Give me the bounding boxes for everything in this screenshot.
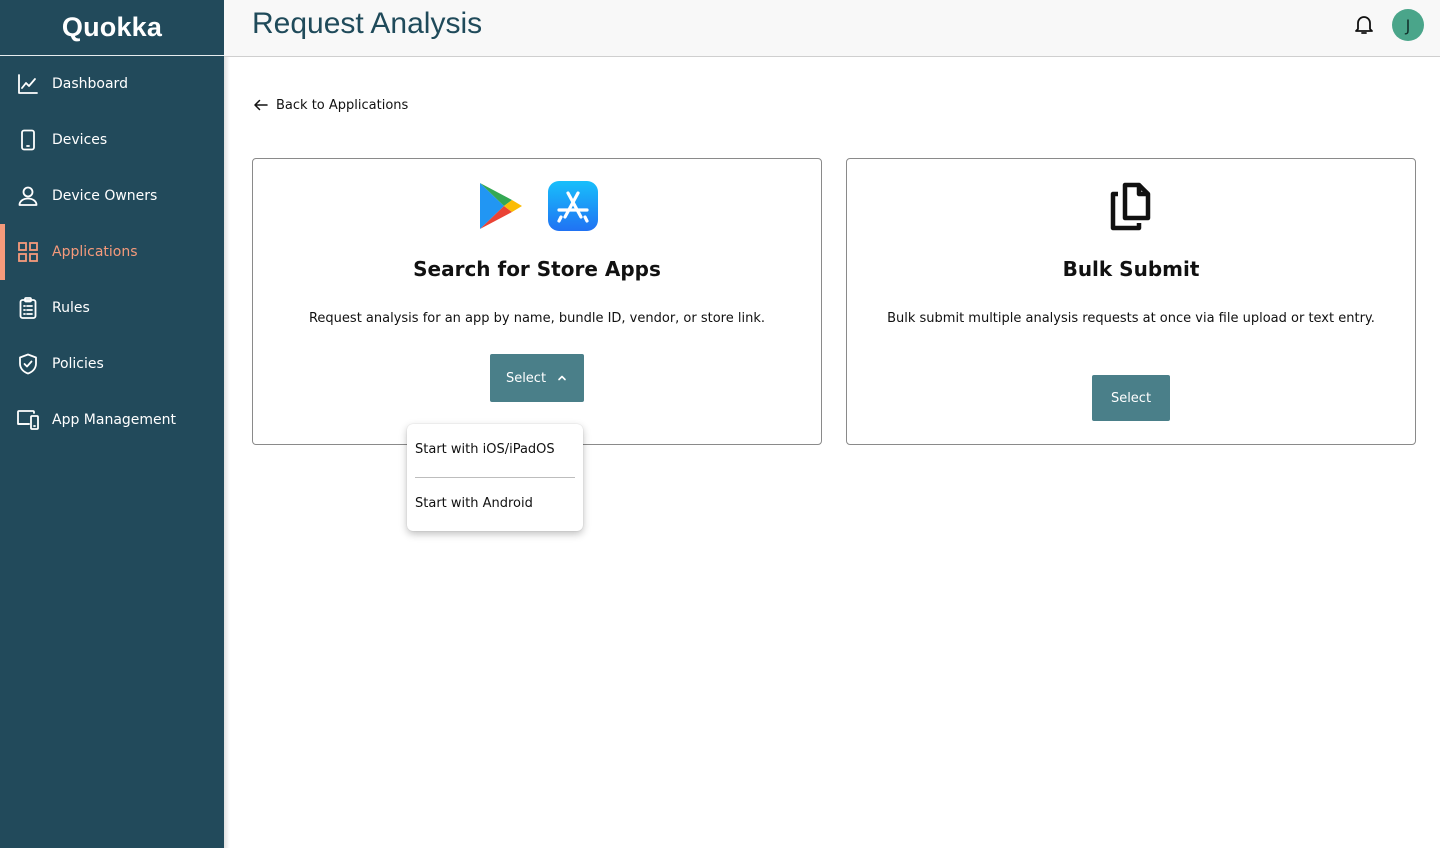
bell-icon[interactable] (1352, 12, 1376, 36)
user-icon (16, 184, 40, 208)
brand-logo[interactable]: Quokka (0, 0, 224, 56)
sidebar-item-label: Applications (52, 244, 138, 260)
store-icons (253, 181, 821, 235)
menu-item-android[interactable]: Start with Android (415, 496, 575, 511)
platform-dropdown-menu: Start with iOS/iPadOS Start with Android (407, 424, 583, 531)
bulk-icons (847, 181, 1415, 235)
card-description: Request analysis for an app by name, bun… (308, 311, 765, 326)
avatar[interactable]: J (1392, 9, 1424, 41)
sidebar-item-policies[interactable]: Policies (0, 336, 224, 392)
sidebar-item-dashboard[interactable]: Dashboard (0, 56, 224, 112)
sidebar-item-label: Dashboard (52, 76, 128, 92)
menu-divider (415, 477, 575, 478)
clipboard-list-icon (16, 296, 40, 320)
card-description: Bulk submit multiple analysis requests a… (887, 311, 1375, 326)
sidebar-item-devices[interactable]: Devices (0, 112, 224, 168)
page-title: Request Analysis (252, 7, 483, 40)
chevron-up-icon (558, 375, 566, 381)
copy-document-icon (1106, 181, 1156, 235)
arrow-left-icon (254, 99, 268, 111)
shield-check-icon (16, 352, 40, 376)
top-header: Request Analysis J (224, 0, 1440, 57)
brand-name: Quokka (61, 12, 163, 42)
store-select-button[interactable]: Select (490, 354, 584, 402)
sidebar-item-label: App Management (52, 412, 177, 428)
grid-icon (16, 240, 40, 264)
sidebar-nav: Dashboard Devices Device Owners Applicat… (0, 56, 224, 448)
sidebar-item-label: Device Owners (52, 188, 158, 204)
back-to-applications-link[interactable]: Back to Applications (252, 96, 408, 114)
button-label: Select (505, 370, 547, 386)
sidebar-item-applications[interactable]: Applications (0, 224, 224, 280)
google-play-icon (476, 181, 526, 235)
sidebar-item-label: Policies (52, 356, 104, 372)
search-store-apps-card: Search for Store Apps Request analysis f… (252, 158, 822, 445)
sidebar-item-label: Devices (52, 132, 108, 148)
back-link-label: Back to Applications (276, 97, 409, 113)
sidebar-item-label: Rules (52, 300, 90, 316)
bulk-select-button[interactable]: Select (1092, 375, 1170, 421)
sidebar-shadow (224, 0, 230, 848)
sidebar-item-device-owners[interactable]: Device Owners (0, 168, 224, 224)
sidebar-item-rules[interactable]: Rules (0, 280, 224, 336)
avatar-initial: J (1405, 15, 1411, 35)
card-title: Search for Store Apps (413, 257, 661, 281)
card-title: Bulk Submit (1062, 257, 1200, 281)
devices-icon (16, 408, 40, 432)
bulk-submit-card: Bulk Submit Bulk submit multiple analysi… (846, 158, 1416, 445)
app-store-icon (548, 181, 598, 235)
chart-line-icon (16, 72, 40, 96)
sidebar: Quokka Dashboard Devices Device Owners A… (0, 0, 224, 848)
sidebar-item-app-management[interactable]: App Management (0, 392, 224, 448)
menu-item-ios[interactable]: Start with iOS/iPadOS (415, 442, 575, 457)
button-label: Select (1110, 390, 1152, 406)
phone-icon (16, 128, 40, 152)
